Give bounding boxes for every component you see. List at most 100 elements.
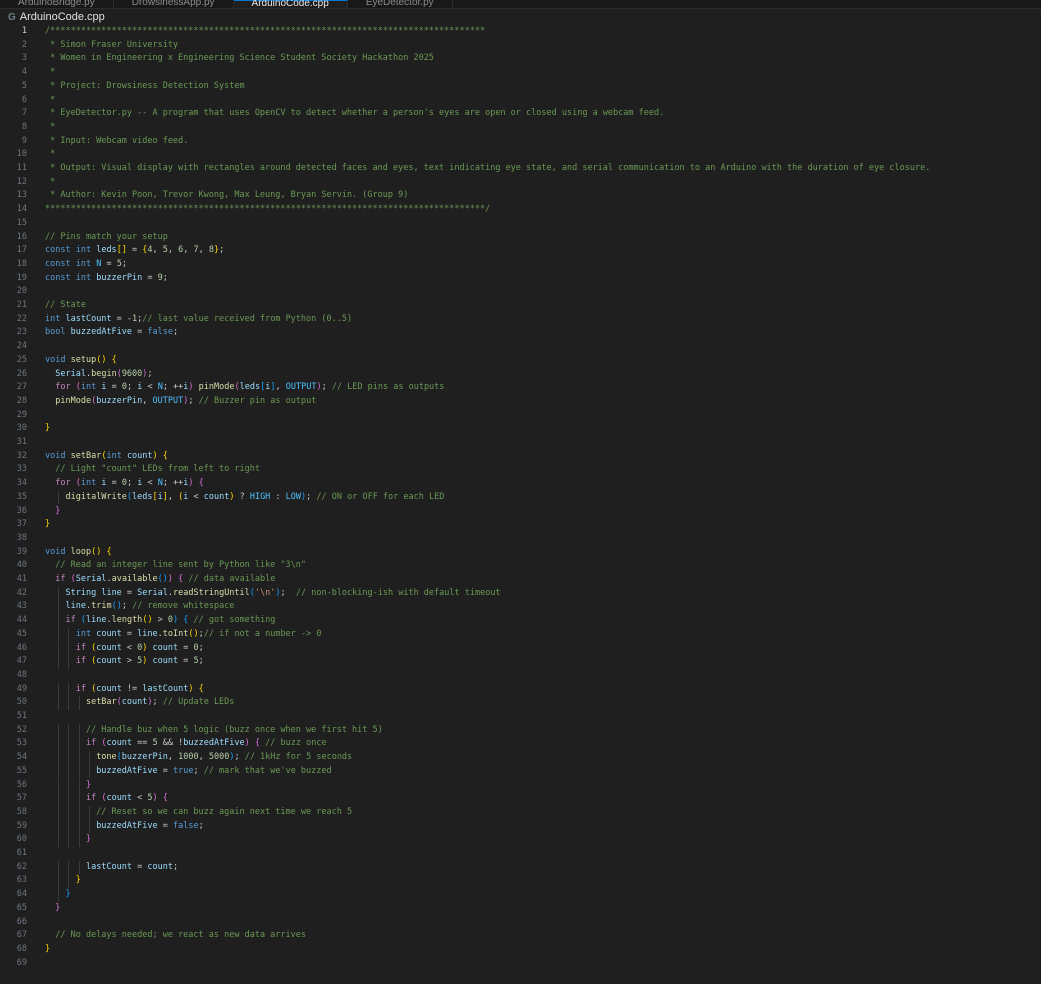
code-line[interactable]: 55 buzzedAtFive = true; // mark that we'… — [0, 764, 1041, 779]
code-line[interactable]: 45 int count = line.toInt();// if not a … — [0, 627, 1041, 642]
code-line[interactable]: 6 * — [0, 94, 1041, 108]
code-line[interactable]: 31 — [0, 436, 1041, 450]
code-line[interactable]: 69 — [0, 957, 1041, 971]
tab-eyedetector-py[interactable]: EyeDetector.py — [348, 0, 453, 8]
code-line[interactable]: 39 void loop() { — [0, 546, 1041, 560]
code-line[interactable]: 9 * Input: Webcam video feed. — [0, 135, 1041, 149]
code-line[interactable]: 13 * Author: Kevin Poon, Trevor Kwong, M… — [0, 189, 1041, 203]
line-number: 50 — [16, 697, 27, 708]
code-text: if (count == 5 && !buzzedAtFive) { // bu… — [85, 738, 327, 749]
code-line[interactable]: 10 * — [0, 148, 1041, 162]
code-text: * Author: Kevin Poon, Trevor Kwong, Max … — [45, 190, 409, 201]
code-line[interactable]: 4 * — [0, 66, 1041, 80]
code-line[interactable]: 41 if (Serial.available()) { // data ava… — [0, 573, 1041, 587]
code-line[interactable]: 17 const int leds[] = {4, 5, 6, 7, 8}; — [0, 244, 1041, 258]
code-line[interactable]: 43 line.trim(); // remove whitespace — [0, 600, 1041, 615]
line-number: 65 — [16, 902, 27, 913]
code-line[interactable]: 59 buzzedAtFive = false; — [0, 819, 1041, 834]
code-line[interactable]: 63 } — [0, 874, 1041, 889]
line-number: 27 — [16, 382, 27, 393]
line-number: 14 — [16, 204, 27, 215]
code-line[interactable]: 67 // No delays needed; we react as new … — [0, 929, 1041, 943]
code-line[interactable]: 68} — [0, 943, 1041, 957]
code-line[interactable]: 26 Serial.begin(9600); — [0, 368, 1041, 382]
code-line[interactable]: 27 for (int i = 0; i < N; ++i) pinMode(l… — [0, 381, 1041, 395]
code-line[interactable]: 64 } — [0, 888, 1041, 902]
tab-label: ArduinoCode.cpp — [251, 0, 329, 9]
code-line[interactable]: 24 — [0, 340, 1041, 354]
code-line[interactable]: 12 * — [0, 176, 1041, 190]
code-line[interactable]: 50 setBar(count); // Update LEDs — [0, 696, 1041, 710]
code-line[interactable]: 56 } — [0, 778, 1041, 793]
code-line[interactable]: 36 } — [0, 505, 1041, 519]
tab-drowsinessapp-py[interactable]: DrowsinessApp.py — [114, 0, 234, 8]
code-line[interactable]: 28 pinMode(buzzerPin, OUTPUT); // Buzzer… — [0, 395, 1041, 409]
line-number: 15 — [16, 217, 27, 228]
code-line[interactable]: 29 — [0, 409, 1041, 423]
code-line[interactable]: 61 — [0, 847, 1041, 861]
code-line[interactable]: 5 * Project: Drowsiness Detection System — [0, 80, 1041, 94]
code-text: } — [55, 902, 61, 913]
code-line[interactable]: 7 * EyeDetector.py -- A program that use… — [0, 107, 1041, 121]
breadcrumb[interactable]: G ArduinoCode.cpp — [0, 9, 1041, 25]
code-line[interactable]: 58 // Reset so we can buzz again next ti… — [0, 805, 1041, 820]
line-number: 66 — [16, 916, 27, 927]
code-line[interactable]: 40 // Read an integer line sent by Pytho… — [0, 559, 1041, 573]
breadcrumb-filename[interactable]: ArduinoCode.cpp — [20, 11, 105, 23]
code-line[interactable]: 11 * Output: Visual display with rectang… — [0, 162, 1041, 176]
line-number: 58 — [16, 806, 27, 817]
code-line[interactable]: 65 } — [0, 902, 1041, 916]
code-text: } — [75, 875, 81, 886]
line-number: 41 — [16, 574, 27, 584]
code-line[interactable]: 38 — [0, 532, 1041, 546]
code-line[interactable]: 33 // Light "count" LEDs from left to ri… — [0, 463, 1041, 477]
code-line[interactable]: 34 for (int i = 0; i < N; ++i) { — [0, 477, 1041, 491]
line-number: 62 — [16, 861, 27, 872]
tab-arduinobridge-py[interactable]: ArduinoBridge.py — [0, 0, 114, 8]
code-line[interactable]: 15 — [0, 217, 1041, 231]
code-text: void setup() { — [45, 354, 117, 365]
code-line[interactable]: 52 // Handle buz when 5 logic (buzz once… — [0, 723, 1041, 738]
code-line[interactable]: 1 /**************************************… — [0, 25, 1041, 39]
code-line[interactable]: 14 **************************************… — [0, 203, 1041, 217]
code-line[interactable]: 30} — [0, 422, 1041, 436]
code-line[interactable]: 19 const int buzzerPin = 9; — [0, 272, 1041, 286]
code-line[interactable]: 23 bool buzzedAtFive = false; — [0, 326, 1041, 340]
code-editor[interactable]: 1 /**************************************… — [0, 25, 1041, 984]
code-line[interactable]: 51 — [0, 710, 1041, 724]
code-text: tone(buzzerPin, 1000, 5000); // 1kHz for… — [96, 752, 353, 763]
code-line[interactable]: 35 digitalWrite(leds[i], (i < count) ? H… — [0, 490, 1041, 505]
code-line[interactable]: 42 String line = Serial.readStringUntil(… — [0, 586, 1041, 601]
line-number: 48 — [16, 669, 27, 680]
cpp-file-icon: G — [8, 11, 16, 23]
code-line[interactable]: 3 * Women in Engineering x Engineering S… — [0, 52, 1041, 66]
code-line[interactable]: 32 void setBar(int count) { — [0, 450, 1041, 464]
code-line[interactable]: 2 * Simon Fraser University — [0, 39, 1041, 53]
code-line[interactable]: 46 if (count < 0) count = 0; — [0, 641, 1041, 656]
code-line[interactable]: 16 // Pins match your setup — [0, 231, 1041, 245]
tab-arduinocode-cpp[interactable]: ArduinoCode.cpp — [233, 0, 348, 9]
code-line[interactable]: 62 lastCount = count; — [0, 860, 1041, 875]
code-line[interactable]: 20 — [0, 285, 1041, 299]
code-line[interactable]: 25 void setup() { — [0, 354, 1041, 368]
code-line[interactable]: 8 * — [0, 121, 1041, 135]
code-line[interactable]: 37} — [0, 518, 1041, 532]
code-line[interactable]: 66 — [0, 916, 1041, 930]
line-number: 35 — [16, 491, 27, 502]
code-line[interactable]: 53 if (count == 5 && !buzzedAtFive) { //… — [0, 737, 1041, 752]
code-line[interactable]: 60 } — [0, 833, 1041, 847]
line-number: 57 — [16, 793, 27, 804]
code-text: * Women in Engineering x Engineering Sci… — [45, 53, 434, 64]
code-line[interactable]: 54 tone(buzzerPin, 1000, 5000); // 1kHz … — [0, 751, 1041, 765]
code-line[interactable]: 18 const int N = 5; — [0, 258, 1041, 272]
code-line[interactable]: 47 if (count > 5) count = 5; — [0, 655, 1041, 669]
line-number: 37 — [16, 519, 27, 530]
code-line[interactable]: 48 — [0, 669, 1041, 683]
code-line[interactable]: 57 if (count < 5) { — [0, 792, 1041, 806]
code-line[interactable]: 21 // State — [0, 299, 1041, 313]
tab-label: ArduinoBridge.py — [18, 0, 95, 8]
code-line[interactable]: 49 if (count != lastCount) { — [0, 682, 1041, 697]
code-line[interactable]: 44 if (line.length() > 0) { // got somet… — [0, 614, 1041, 628]
code-line[interactable]: 22 int lastCount = -1;// last value recei… — [0, 313, 1041, 327]
line-number: 26 — [16, 368, 27, 379]
